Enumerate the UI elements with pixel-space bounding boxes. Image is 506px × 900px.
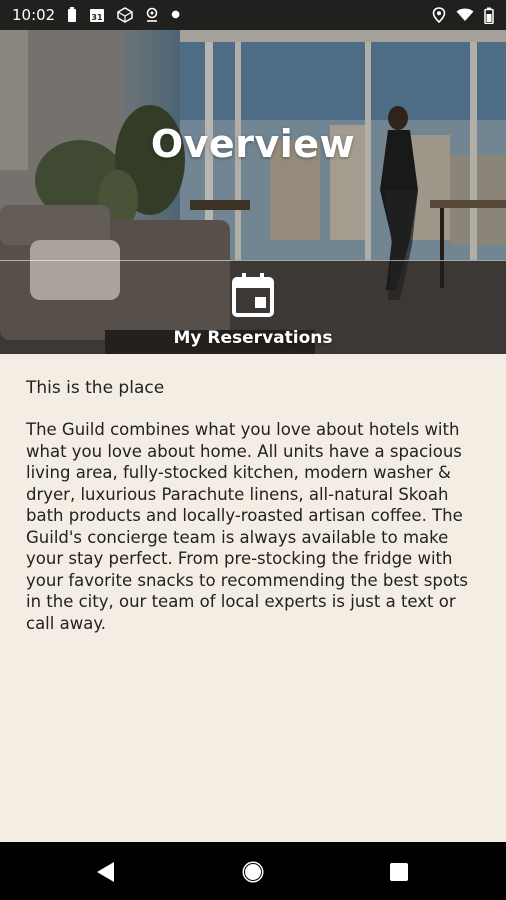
notification-dot: ● [171, 9, 180, 20]
calendar-icon: 31 [89, 7, 105, 23]
section-body: The Guild combines what you love about h… [26, 420, 469, 633]
wifi-icon [456, 8, 474, 22]
location-icon [432, 7, 446, 23]
battery-saver-icon [67, 7, 77, 23]
hero-divider [0, 260, 506, 261]
status-bar: 10:02 31 ● [0, 0, 506, 30]
back-icon[interactable] [94, 860, 118, 884]
battery-icon [484, 7, 494, 24]
page-title: Overview [150, 122, 356, 166]
my-reservations-button[interactable]: My Reservations [153, 270, 353, 350]
cube-icon [117, 7, 133, 23]
home-icon[interactable] [241, 860, 265, 884]
status-right [432, 7, 494, 24]
status-time: 10:02 [12, 6, 56, 24]
calendar-event-icon [231, 272, 275, 322]
recents-icon[interactable] [387, 860, 411, 884]
hero-banner: Overview My Reservations [0, 30, 506, 354]
navigation-bar [0, 842, 506, 900]
my-reservations-label: My Reservations [173, 328, 333, 348]
location-pin-icon [145, 7, 159, 23]
status-left: 10:02 31 ● [12, 6, 180, 24]
section-heading: This is the place [26, 378, 165, 398]
calendar-day: 31 [92, 13, 104, 22]
overview-content: This is the place The Guild combines wha… [0, 354, 506, 842]
